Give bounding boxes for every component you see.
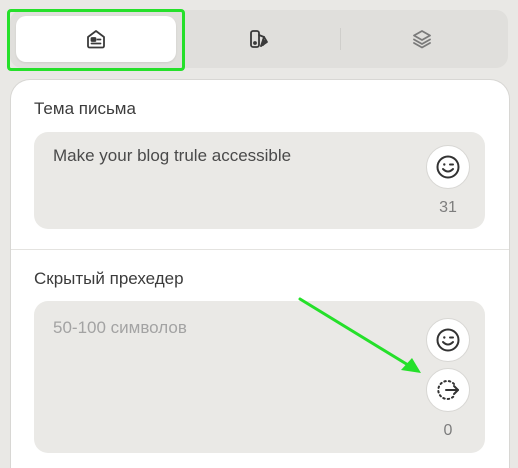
smiley-wink-icon [436,328,460,352]
preheader-field[interactable]: 50-100 символов 0 [34,301,485,453]
envelope-card-icon [87,30,105,49]
layers-icon [413,30,431,49]
subject-char-counter: 31 [439,199,457,216]
section-divider [11,249,509,250]
preheader-input[interactable]: 50-100 символов [53,318,187,338]
palette-fill-icon [250,30,268,48]
dotted-circle-arrow-icon [437,380,459,400]
preheader-label: Скрытый прехедер [34,269,184,288]
tab-layers[interactable] [342,16,502,62]
subject-emoji-button[interactable] [426,145,470,189]
subject-label: Тема письма [34,99,136,118]
tab-style[interactable] [179,16,339,62]
subject-field[interactable]: Make your blog trule accessible 31 [34,132,485,229]
preheader-generate-button[interactable] [426,368,470,412]
settings-panel: Тема письма Make your blog trule accessi… [10,79,510,468]
preheader-char-counter: 0 [443,422,453,439]
preheader-emoji-button[interactable] [426,318,470,362]
tab-email-settings[interactable] [16,16,176,62]
tab-bar [10,10,508,68]
subject-input[interactable]: Make your blog trule accessible [53,146,291,166]
smiley-wink-icon [436,155,460,179]
tab-divider [340,28,341,50]
